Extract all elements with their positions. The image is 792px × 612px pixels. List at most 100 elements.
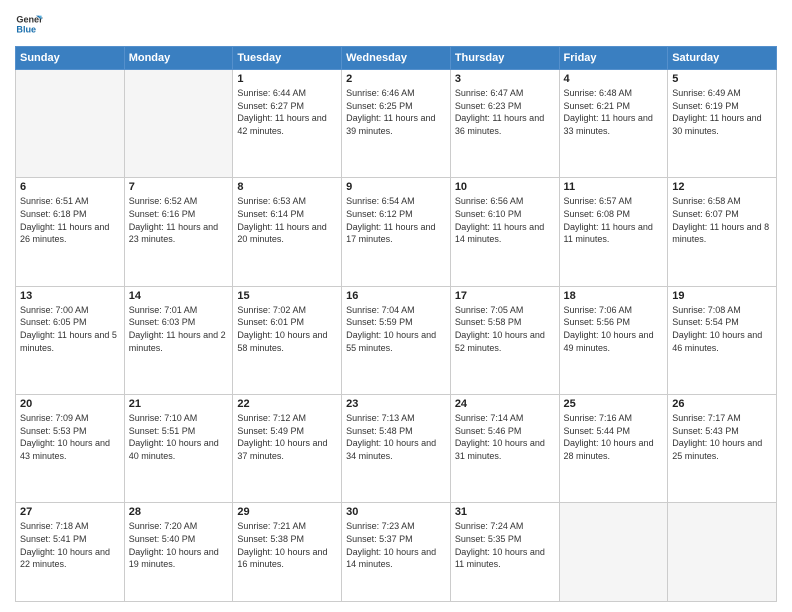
day-number: 11 [564, 181, 664, 193]
day-number: 21 [129, 398, 229, 410]
logo: General Blue [15, 10, 43, 38]
day-detail: Sunrise: 6:57 AMSunset: 6:08 PMDaylight:… [564, 195, 664, 245]
day-detail: Sunrise: 7:18 AMSunset: 5:41 PMDaylight:… [20, 520, 120, 570]
table-row: 22 Sunrise: 7:12 AMSunset: 5:49 PMDayligh… [233, 395, 342, 503]
table-row [668, 503, 777, 602]
calendar-week-row: 6 Sunrise: 6:51 AMSunset: 6:18 PMDaylight… [16, 178, 777, 286]
day-detail: Sunrise: 7:12 AMSunset: 5:49 PMDaylight:… [237, 412, 337, 462]
day-number: 14 [129, 290, 229, 302]
day-detail: Sunrise: 7:06 AMSunset: 5:56 PMDaylight:… [564, 304, 664, 354]
calendar-week-row: 1Sunrise: 6:44 AMSunset: 6:27 PMDaylight… [16, 70, 777, 178]
day-detail: Sunrise: 7:01 AMSunset: 6:03 PMDaylight:… [129, 304, 229, 354]
col-thursday: Thursday [450, 47, 559, 70]
day-number: 16 [346, 290, 446, 302]
table-row: 7Sunrise: 6:52 AMSunset: 6:16 PMDaylight… [124, 178, 233, 286]
svg-text:Blue: Blue [16, 24, 36, 34]
table-row: 27 Sunrise: 7:18 AMSunset: 5:41 PMDayligh… [16, 503, 125, 602]
day-number: 8 [237, 181, 337, 193]
table-row: 17Sunrise: 7:05 AMSunset: 5:58 PMDayligh… [450, 286, 559, 394]
day-detail: Sunrise: 7:02 AMSunset: 6:01 PMDaylight:… [237, 304, 337, 354]
day-detail: Sunrise: 7:16 AMSunset: 5:44 PMDaylight:… [564, 412, 664, 462]
table-row: 24Sunrise: 7:14 AMSunset: 5:46 PMDayligh… [450, 395, 559, 503]
table-row: 11 Sunrise: 6:57 AMSunset: 6:08 PMDayligh… [559, 178, 668, 286]
day-number: 13 [20, 290, 120, 302]
table-row: 4 Sunrise: 6:48 AMSunset: 6:21 PMDaylight… [559, 70, 668, 178]
table-row: 31 Sunrise: 7:24 AMSunset: 5:35 PMDayligh… [450, 503, 559, 602]
table-row: 30 Sunrise: 7:23 AMSunset: 5:37 PMDayligh… [342, 503, 451, 602]
day-detail: Sunrise: 7:17 AMSunset: 5:43 PMDaylight:… [672, 412, 772, 462]
table-row: 10 Sunrise: 6:56 AMSunset: 6:10 PMDayligh… [450, 178, 559, 286]
day-detail: Sunrise: 7:13 AMSunset: 5:48 PMDaylight:… [346, 412, 446, 462]
day-detail: Sunrise: 7:23 AMSunset: 5:37 PMDaylight:… [346, 520, 446, 570]
day-detail: Sunrise: 6:56 AMSunset: 6:10 PMDaylight:… [455, 195, 555, 245]
day-detail: Sunrise: 6:54 AMSunset: 6:12 PMDaylight:… [346, 195, 446, 245]
table-row: 13Sunrise: 7:00 AMSunset: 6:05 PMDayligh… [16, 286, 125, 394]
day-detail: Sunrise: 7:04 AMSunset: 5:59 PMDaylight:… [346, 304, 446, 354]
day-number: 26 [672, 398, 772, 410]
table-row: 21 Sunrise: 7:10 AMSunset: 5:51 PMDayligh… [124, 395, 233, 503]
day-number: 10 [455, 181, 555, 193]
day-number: 29 [237, 506, 337, 518]
calendar-week-row: 27 Sunrise: 7:18 AMSunset: 5:41 PMDayligh… [16, 503, 777, 602]
day-number: 12 [672, 181, 772, 193]
table-row: 2 Sunrise: 6:46 AMSunset: 6:25 PMDaylight… [342, 70, 451, 178]
day-number: 9 [346, 181, 446, 193]
day-number: 6 [20, 181, 120, 193]
col-tuesday: Tuesday [233, 47, 342, 70]
calendar-week-row: 13Sunrise: 7:00 AMSunset: 6:05 PMDayligh… [16, 286, 777, 394]
table-row [16, 70, 125, 178]
day-number: 27 [20, 506, 120, 518]
day-number: 24 [455, 398, 555, 410]
day-number: 18 [564, 290, 664, 302]
day-number: 30 [346, 506, 446, 518]
day-number: 7 [129, 181, 229, 193]
col-sunday: Sunday [16, 47, 125, 70]
calendar-week-row: 20 Sunrise: 7:09 AMSunset: 5:53 PMDayligh… [16, 395, 777, 503]
col-saturday: Saturday [668, 47, 777, 70]
day-number: 3 [455, 73, 555, 85]
table-row: 3 Sunrise: 6:47 AMSunset: 6:23 PMDaylight… [450, 70, 559, 178]
table-row: 9 Sunrise: 6:54 AMSunset: 6:12 PMDaylight… [342, 178, 451, 286]
calendar-table: Sunday Monday Tuesday Wednesday Thursday… [15, 46, 777, 602]
day-number: 31 [455, 506, 555, 518]
day-detail: Sunrise: 6:58 AMSunset: 6:07 PMDaylight:… [672, 195, 772, 245]
day-number: 22 [237, 398, 337, 410]
day-detail: Sunrise: 6:47 AMSunset: 6:23 PMDaylight:… [455, 87, 555, 137]
table-row: 23Sunrise: 7:13 AMSunset: 5:48 PMDayligh… [342, 395, 451, 503]
table-row [559, 503, 668, 602]
day-detail: Sunrise: 7:09 AMSunset: 5:53 PMDaylight:… [20, 412, 120, 462]
table-row: 19Sunrise: 7:08 AMSunset: 5:54 PMDayligh… [668, 286, 777, 394]
day-number: 5 [672, 73, 772, 85]
day-number: 25 [564, 398, 664, 410]
logo-icon: General Blue [15, 10, 43, 38]
day-number: 2 [346, 73, 446, 85]
col-wednesday: Wednesday [342, 47, 451, 70]
table-row: 6 Sunrise: 6:51 AMSunset: 6:18 PMDaylight… [16, 178, 125, 286]
day-number: 4 [564, 73, 664, 85]
table-row: 25 Sunrise: 7:16 AMSunset: 5:44 PMDayligh… [559, 395, 668, 503]
table-row: 12 Sunrise: 6:58 AMSunset: 6:07 PMDayligh… [668, 178, 777, 286]
day-detail: Sunrise: 6:46 AMSunset: 6:25 PMDaylight:… [346, 87, 446, 137]
page-header: General Blue [15, 10, 777, 38]
table-row: 28 Sunrise: 7:20 AMSunset: 5:40 PMDayligh… [124, 503, 233, 602]
day-number: 20 [20, 398, 120, 410]
day-number: 17 [455, 290, 555, 302]
day-detail: Sunrise: 7:24 AMSunset: 5:35 PMDaylight:… [455, 520, 555, 570]
day-number: 28 [129, 506, 229, 518]
table-row: 26 Sunrise: 7:17 AMSunset: 5:43 PMDayligh… [668, 395, 777, 503]
table-row: 15 Sunrise: 7:02 AMSunset: 6:01 PMDayligh… [233, 286, 342, 394]
table-row: 18 Sunrise: 7:06 AMSunset: 5:56 PMDayligh… [559, 286, 668, 394]
table-row [124, 70, 233, 178]
day-number: 19 [672, 290, 772, 302]
day-number: 15 [237, 290, 337, 302]
col-monday: Monday [124, 47, 233, 70]
table-row: 1Sunrise: 6:44 AMSunset: 6:27 PMDaylight… [233, 70, 342, 178]
day-detail: Sunrise: 6:48 AMSunset: 6:21 PMDaylight:… [564, 87, 664, 137]
day-detail: Sunrise: 6:51 AMSunset: 6:18 PMDaylight:… [20, 195, 120, 245]
day-detail: Sunrise: 6:49 AMSunset: 6:19 PMDaylight:… [672, 87, 772, 137]
day-detail: Sunrise: 7:20 AMSunset: 5:40 PMDaylight:… [129, 520, 229, 570]
day-detail: Sunrise: 7:10 AMSunset: 5:51 PMDaylight:… [129, 412, 229, 462]
table-row: 14 Sunrise: 7:01 AMSunset: 6:03 PMDayligh… [124, 286, 233, 394]
table-row: 20 Sunrise: 7:09 AMSunset: 5:53 PMDayligh… [16, 395, 125, 503]
day-detail: Sunrise: 6:44 AMSunset: 6:27 PMDaylight:… [237, 87, 337, 137]
